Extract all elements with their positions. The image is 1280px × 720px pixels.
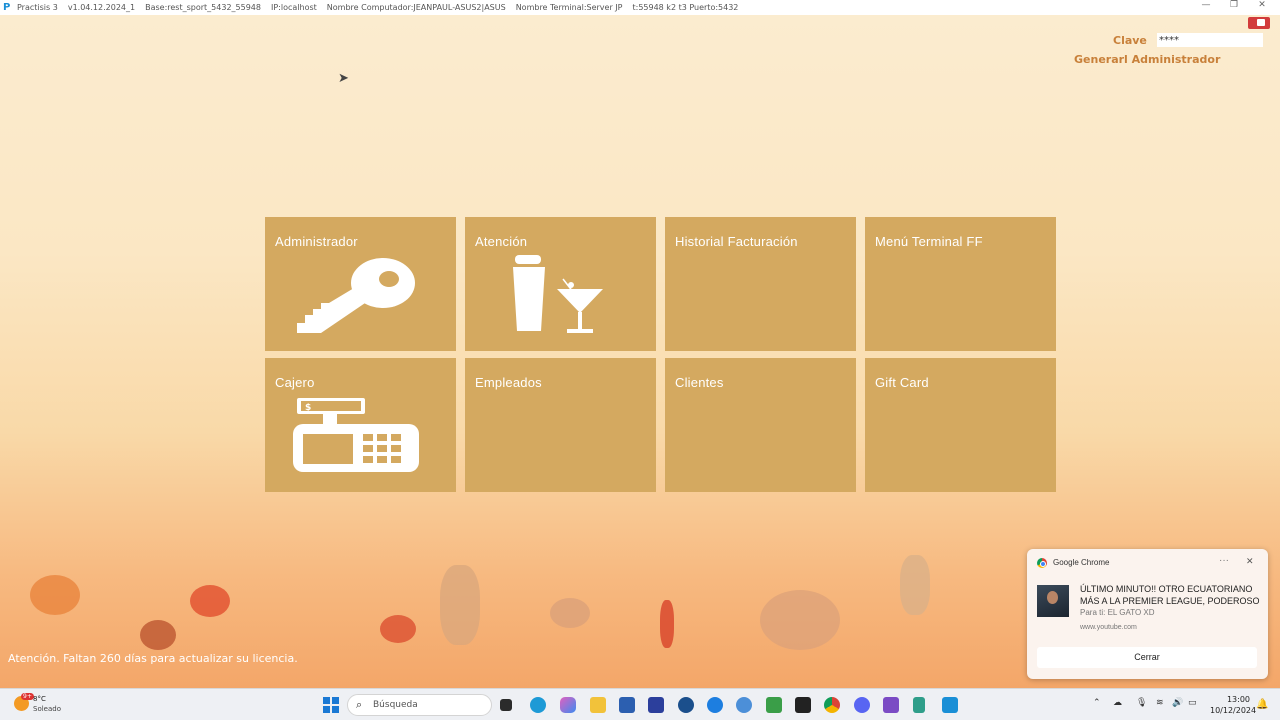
app-icon[interactable]: [795, 697, 811, 713]
edge-icon[interactable]: [530, 697, 546, 713]
chrome-notification[interactable]: Google Chrome ··· ✕ ÚLTIMO MINUTO!! OTRO…: [1027, 549, 1268, 679]
search-placeholder: Búsqueda: [373, 700, 418, 710]
app-icon[interactable]: [766, 697, 782, 713]
practisis-taskbar-icon[interactable]: [942, 697, 958, 713]
notification-app-name: Google Chrome: [1053, 558, 1110, 567]
notepad-icon[interactable]: [913, 697, 925, 713]
app-icon[interactable]: [678, 697, 694, 713]
weather-temperature: 8°C: [33, 695, 46, 703]
connection-info: t:55948 k2 t3 Puerto:5432: [632, 3, 739, 12]
windows-start-icon[interactable]: [323, 697, 339, 713]
copilot-icon[interactable]: [560, 697, 576, 713]
app-icon[interactable]: [648, 697, 664, 713]
tile-label: Gift Card: [875, 375, 929, 390]
tile-cajero[interactable]: Cajero $: [265, 358, 456, 492]
garlic-decoration: [550, 598, 590, 628]
cloud-icon[interactable]: ☁: [1113, 698, 1122, 708]
volume-icon[interactable]: 🔊: [1172, 698, 1183, 708]
chrome-taskbar-icon[interactable]: [824, 697, 840, 713]
tile-gift-card[interactable]: Gift Card: [865, 358, 1056, 492]
ip-info: IP:localhost: [270, 3, 317, 12]
tile-label: Atención: [475, 234, 528, 249]
carrot-decoration: [440, 565, 480, 645]
user-role-label: Generarl Administrador: [1074, 53, 1221, 66]
tile-label: Administrador: [275, 234, 358, 249]
wifi-icon[interactable]: ≋: [1156, 698, 1164, 708]
app-icon[interactable]: [736, 697, 752, 713]
password-label: Clave: [1113, 34, 1147, 47]
key-icon: [297, 258, 415, 333]
chrome-icon: [1037, 558, 1047, 568]
app-name: Practisis 3: [17, 3, 58, 12]
clock-date: 10/12/2024: [1210, 706, 1257, 715]
svg-text:$: $: [305, 403, 311, 413]
tile-label: Cajero: [275, 375, 315, 390]
tile-menu-terminal-ff[interactable]: Menú Terminal FF: [865, 217, 1056, 351]
notification-bell-icon[interactable]: 🔔: [1256, 699, 1268, 710]
tomato-decoration: [190, 585, 230, 617]
more-options-icon[interactable]: ···: [1219, 555, 1229, 566]
tile-empleados[interactable]: Empleados: [465, 358, 656, 492]
weather-badge: 9+: [21, 693, 34, 700]
cocktail-shaker-icon: [513, 255, 603, 333]
tile-atencion[interactable]: Atención: [465, 217, 656, 351]
tomato-decoration: [380, 615, 416, 643]
chevron-up-icon[interactable]: ⌃: [1093, 698, 1101, 708]
visual-studio-icon[interactable]: [883, 697, 899, 713]
taskbar-clock[interactable]: 13:00 10/12/2024: [1210, 694, 1257, 716]
computer-info: Nombre Computador:JEANPAUL-ASUS2|ASUS: [326, 3, 506, 12]
notification-close-button[interactable]: Cerrar: [1037, 647, 1257, 668]
battery-icon[interactable]: ▭: [1188, 698, 1197, 708]
maps-icon[interactable]: [707, 697, 723, 713]
tomato-decoration: [140, 620, 176, 650]
tile-clientes[interactable]: Clientes: [665, 358, 856, 492]
maximize-icon[interactable]: ❐: [1224, 0, 1244, 10]
tomato-decoration: [30, 575, 80, 615]
microphone-icon[interactable]: 🎙: [1136, 698, 1147, 708]
task-view-icon[interactable]: [500, 699, 512, 711]
cash-register-icon: $: [293, 398, 419, 472]
carrot-decoration: [900, 555, 930, 615]
search-icon: ⌕: [356, 698, 363, 711]
minimize-icon[interactable]: —: [1196, 0, 1216, 10]
tile-historial-facturacion[interactable]: Historial Facturación: [665, 217, 856, 351]
close-icon[interactable]: ✕: [1246, 556, 1254, 567]
database-info: Base:rest_sport_5432_55948: [145, 3, 261, 12]
password-input[interactable]: [1157, 33, 1263, 47]
app-version: v1.04.12.2024_1: [67, 3, 136, 12]
mouse-pointer-icon: ➤: [338, 71, 349, 86]
tile-label: Empleados: [475, 375, 542, 390]
main-menu-grid: Administrador Atención Historial Factura…: [265, 217, 1057, 492]
garlic-decoration: [760, 590, 840, 650]
terminal-info: Nombre Terminal:Server JP: [515, 3, 623, 12]
tile-administrador[interactable]: Administrador: [265, 217, 456, 351]
notification-url: www.youtube.com: [1080, 624, 1137, 631]
window-title-bar: P Practisis 3 v1.04.12.2024_1 Base:rest_…: [0, 0, 1280, 15]
license-notice: Atención. Faltan 260 días para actualiza…: [8, 652, 298, 665]
tile-label: Menú Terminal FF: [875, 234, 983, 249]
chili-decoration: [660, 600, 674, 648]
notification-subtitle: Para ti: EL GATO XD: [1080, 608, 1155, 617]
weather-status: Soleado: [33, 705, 61, 713]
store-icon[interactable]: [619, 697, 635, 713]
practisis-logo-icon: P: [3, 1, 11, 13]
taskbar: 9+ 8°C Soleado ⌕ Búsqueda ⌃ ☁ 🎙 ≋ 🔊 ▭ 13…: [0, 688, 1280, 720]
discord-icon[interactable]: [854, 697, 870, 713]
taskbar-search[interactable]: ⌕ Búsqueda: [347, 694, 492, 716]
notification-thumbnail: [1037, 585, 1069, 617]
file-explorer-icon[interactable]: [590, 697, 606, 713]
logout-button[interactable]: [1248, 17, 1270, 29]
tile-label: Clientes: [675, 375, 724, 390]
tile-label: Historial Facturación: [675, 234, 798, 249]
close-window-icon[interactable]: ✕: [1252, 0, 1272, 10]
clock-time: 13:00: [1226, 695, 1250, 704]
exit-door-icon: [1257, 19, 1265, 26]
notification-message: ÚLTIMO MINUTO!! OTRO ECUATORIANO MÁS A L…: [1080, 584, 1260, 606]
